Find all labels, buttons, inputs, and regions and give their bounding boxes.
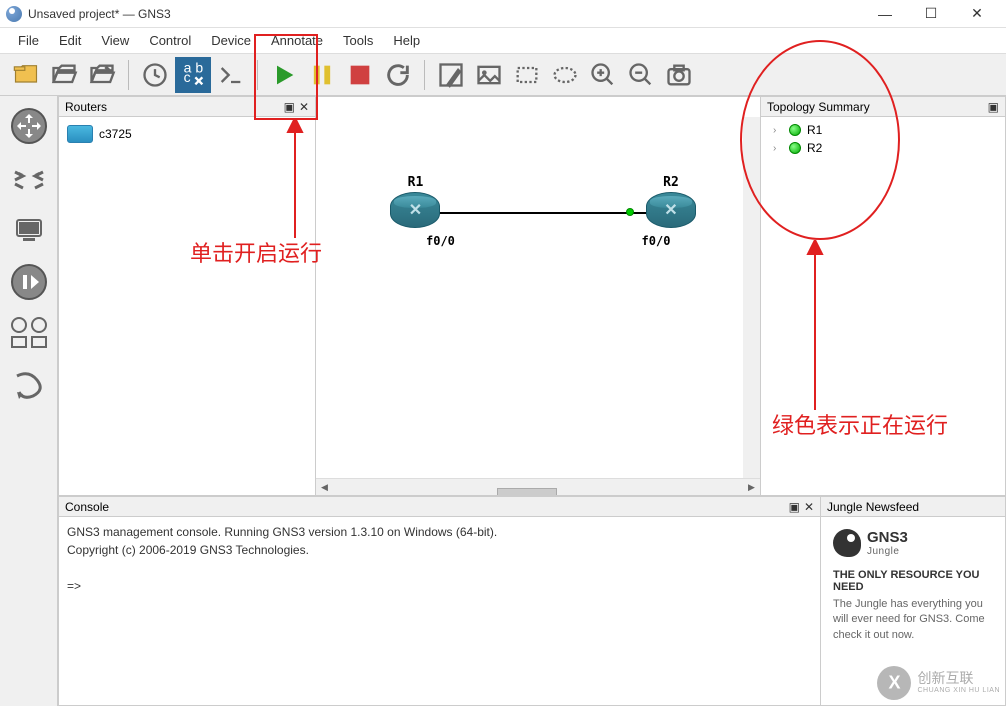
menu-help[interactable]: Help [383,33,430,48]
insert-image-button[interactable] [471,57,507,93]
router-icon [67,125,93,143]
canvas-scrollbar-vertical[interactable] [743,117,760,478]
routers-panel-title: Routers [65,100,107,114]
app-icon [6,6,22,22]
routers-category-button[interactable] [7,104,51,148]
save-project-button[interactable] [84,57,120,93]
node-r1[interactable]: R1 f0/0 [376,175,455,248]
node-r2[interactable]: R2 f0/0 [646,175,696,248]
security-devices-category-button[interactable] [7,260,51,304]
minimize-button[interactable]: — [862,0,908,28]
node-r2-port: f0/0 [616,234,696,248]
device-toolbar [0,96,58,706]
open-project-button[interactable] [46,57,82,93]
panel-close-icon[interactable]: ✕ [804,500,814,514]
draw-ellipse-button[interactable] [547,57,583,93]
summary-item-r2[interactable]: › R2 [765,139,1001,157]
newsfeed-panel-title: Jungle Newsfeed [827,500,919,514]
zoom-out-button[interactable] [623,57,659,93]
svg-text:c: c [184,69,191,85]
show-labels-button[interactable]: a bc [175,57,211,93]
pause-button[interactable] [304,57,340,93]
topology-canvas[interactable]: R1 f0/0 R2 f0/0 ◀ ▶ [316,96,761,496]
menu-annotate[interactable]: Annotate [261,33,333,48]
menu-view[interactable]: View [91,33,139,48]
node-r2-label: R2 [646,175,696,190]
console-output[interactable]: GNS3 management console. Running GNS3 ve… [59,517,820,601]
menu-bar: File Edit View Control Device Annotate T… [0,28,1006,54]
topology-summary-panel: Topology Summary ▣ › R1 › R2 [761,96,1006,496]
console-line: GNS3 management console. Running GNS3 ve… [67,523,812,541]
topology-summary-header[interactable]: Topology Summary ▣ [761,97,1005,117]
draw-rectangle-button[interactable] [509,57,545,93]
title-bar: Unsaved project* — GNS3 — ☐ ✕ [0,0,1006,28]
newsfeed-text: The Jungle has everything you will ever … [833,597,993,643]
end-devices-category-button[interactable] [7,208,51,252]
summary-item-r1[interactable]: › R1 [765,121,1001,139]
watermark: 创新互联 CHUANG XIN HU LIAN [877,666,1000,700]
panel-detach-icon[interactable]: ▣ [988,100,999,114]
panel-detach-icon[interactable]: ▣ [789,500,800,514]
menu-device[interactable]: Device [201,33,261,48]
add-note-button[interactable] [433,57,469,93]
menu-tools[interactable]: Tools [333,33,383,48]
topology-summary-title: Topology Summary [767,100,870,114]
window-title: Unsaved project* — GNS3 [28,7,171,21]
menu-edit[interactable]: Edit [49,33,91,48]
newsfeed-headline: THE ONLY RESOURCE YOU NEED [833,569,993,593]
summary-item-label: R2 [807,141,822,155]
newsfeed-brand: GNS3 [867,529,908,546]
all-devices-category-button[interactable] [7,312,51,356]
router-device-icon [390,192,440,228]
menu-file[interactable]: File [8,33,49,48]
gns3-jungle-logo: GNS3 Jungle [821,517,1005,569]
watermark-line1: 创新互联 [917,670,1000,687]
newsfeed-panel-header[interactable]: Jungle Newsfeed [821,497,1005,517]
close-button[interactable]: ✕ [954,0,1000,28]
status-running-icon [789,142,801,154]
chameleon-icon [833,529,861,557]
watermark-icon [877,666,911,700]
summary-item-label: R1 [807,123,822,137]
routers-panel: Routers ▣ ✕ c3725 [58,96,316,496]
console-line: Copyright (c) 2006-2019 GNS3 Technologie… [67,541,812,559]
main-toolbar: a bc [0,54,1006,96]
router-template-name: c3725 [99,127,132,141]
switches-category-button[interactable] [7,156,51,200]
scroll-right-icon[interactable]: ▶ [743,479,760,496]
console-prompt: => [67,577,812,595]
expand-icon[interactable]: › [773,125,783,136]
scroll-left-icon[interactable]: ◀ [316,479,333,496]
watermark-line2: CHUANG XIN HU LIAN [917,687,1000,695]
panel-close-icon[interactable]: ✕ [299,100,309,114]
start-button[interactable] [266,57,302,93]
add-link-button[interactable] [7,364,51,408]
reload-button[interactable] [380,57,416,93]
console-panel-title: Console [65,500,109,514]
stop-button[interactable] [342,57,378,93]
panel-detach-icon[interactable]: ▣ [284,100,295,114]
link-endpoint-r2 [626,208,634,216]
status-running-icon [789,124,801,136]
console-panel-header[interactable]: Console ▣ ✕ [59,497,820,517]
router-device-icon [646,192,696,228]
snapshot-button[interactable] [137,57,173,93]
menu-control[interactable]: Control [139,33,201,48]
screenshot-button[interactable] [661,57,697,93]
console-all-button[interactable] [213,57,249,93]
console-panel: Console ▣ ✕ GNS3 management console. Run… [58,496,821,706]
new-project-button[interactable] [8,57,44,93]
canvas-scrollbar-horizontal[interactable]: ◀ ▶ [316,478,760,495]
maximize-button[interactable]: ☐ [908,0,954,28]
node-r1-label: R1 [376,175,455,190]
expand-icon[interactable]: › [773,143,783,154]
router-template-item[interactable]: c3725 [63,121,311,147]
zoom-in-button[interactable] [585,57,621,93]
newsfeed-sub: Jungle [867,546,908,557]
node-r1-port: f0/0 [426,234,455,248]
routers-panel-header[interactable]: Routers ▣ ✕ [59,97,315,117]
